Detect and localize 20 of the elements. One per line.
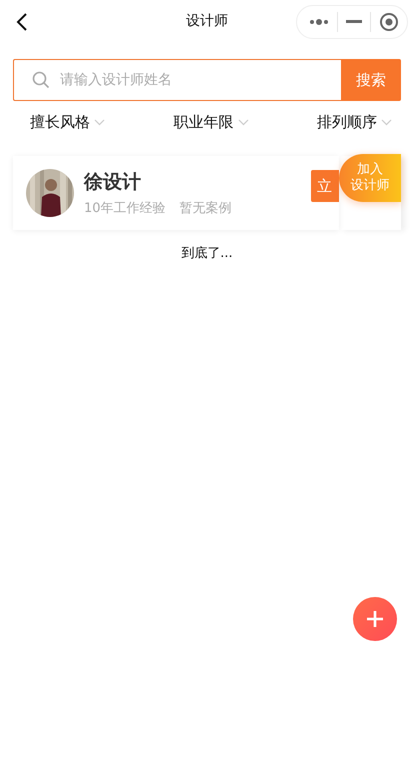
search-icon	[32, 71, 50, 89]
experience-text: 10年工作经验	[84, 200, 166, 217]
designer-name: 徐设计	[84, 170, 142, 195]
chevron-down-icon	[238, 119, 248, 126]
cases-text: 暂无案例	[180, 200, 232, 217]
end-of-list-text: 到底了...	[180, 245, 234, 262]
chevron-down-icon	[381, 119, 392, 126]
page-title: 设计师	[185, 12, 229, 30]
more-icon[interactable]	[309, 18, 329, 26]
filter-dropdown[interactable]: 排列顺序	[317, 111, 392, 134]
filter-dropdown[interactable]: 职业年限	[174, 111, 248, 134]
plus-icon	[366, 610, 384, 628]
back-icon[interactable]	[16, 12, 28, 32]
add-button[interactable]	[353, 597, 397, 641]
filter-dropdown[interactable]: 擅长风格	[30, 111, 105, 134]
search-field[interactable]: 请输入设计师姓名	[13, 59, 341, 101]
close-icon[interactable]	[379, 12, 399, 32]
chevron-down-icon	[94, 119, 105, 126]
minimize-icon[interactable]	[346, 20, 362, 24]
search-input[interactable]: 请输入设计师姓名	[58, 71, 327, 89]
